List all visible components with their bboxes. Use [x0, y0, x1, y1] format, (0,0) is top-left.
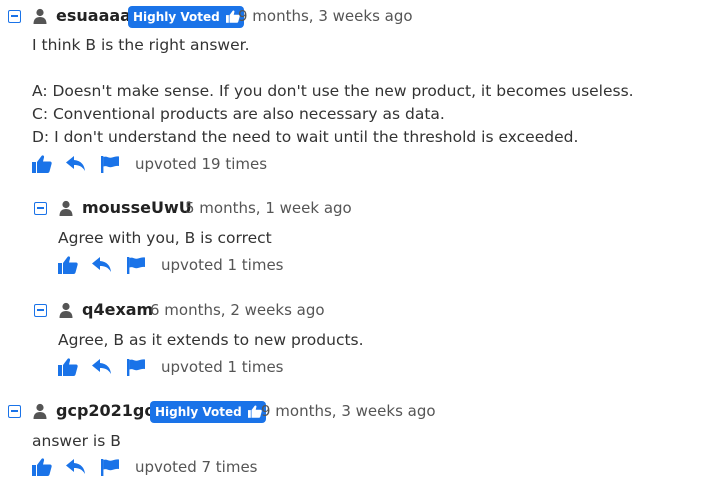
comment-line: I think B is the right answer.: [32, 36, 250, 54]
upvote-thumbs-up-icon[interactable]: [32, 154, 52, 174]
comment-actions: upvoted 19 times: [32, 154, 432, 176]
comment-header: esuaaaa Highly Voted 9 months, 3 weeks a…: [0, 6, 728, 30]
username[interactable]: mousseUwU: [82, 198, 192, 218]
reply-arrow-icon[interactable]: [92, 255, 112, 275]
highly-voted-badge: Highly Voted: [128, 6, 244, 28]
comment-body: answer is B: [32, 430, 121, 453]
user-icon: [59, 302, 73, 318]
upvote-count: upvoted 19 times: [135, 155, 268, 173]
comment: gcp2021go Highly Voted 9 months, 3 weeks…: [0, 401, 728, 476]
upvote-thumbs-up-icon[interactable]: [58, 357, 78, 377]
report-flag-icon[interactable]: [100, 154, 120, 174]
username[interactable]: esuaaaa: [56, 6, 131, 26]
reply-arrow-icon[interactable]: [66, 457, 86, 477]
user-icon: [59, 200, 73, 216]
comment-header: mousseUwU 5 months, 1 week ago: [0, 198, 728, 222]
comment-line: Agree with you, B is correct: [58, 229, 272, 247]
comment-line: A: Doesn't make sense. If you don't use …: [32, 82, 634, 100]
comment-header: q4exam 6 months, 2 weeks ago: [0, 300, 728, 324]
comment-body: Agree, B as it extends to new products.: [58, 329, 364, 352]
reply-comment: mousseUwU 5 months, 1 week ago Agree wit…: [0, 198, 728, 274]
collapse-toggle-icon[interactable]: [8, 10, 21, 23]
thumbs-up-icon: [247, 405, 262, 418]
comment-header: gcp2021go Highly Voted 9 months, 3 weeks…: [0, 401, 728, 425]
user-icon: [33, 403, 47, 419]
username[interactable]: q4exam: [82, 300, 153, 320]
upvote-count: upvoted 1 times: [161, 256, 284, 274]
comment: esuaaaa Highly Voted 9 months, 3 weeks a…: [0, 6, 728, 173]
upvote-count: upvoted 7 times: [135, 458, 258, 476]
reply-arrow-icon[interactable]: [66, 154, 86, 174]
comment-body: Agree with you, B is correct: [58, 227, 272, 250]
highly-voted-badge: Highly Voted: [150, 401, 266, 423]
comment-line: D: I don't understand the need to wait u…: [32, 128, 579, 146]
comment-timestamp: 9 months, 3 weeks ago: [238, 7, 413, 25]
report-flag-icon[interactable]: [126, 255, 146, 275]
report-flag-icon[interactable]: [100, 457, 120, 477]
reply-comment: q4exam 6 months, 2 weeks ago Agree, B as…: [0, 300, 728, 376]
collapse-toggle-icon[interactable]: [34, 304, 47, 317]
upvote-count: upvoted 1 times: [161, 358, 284, 376]
report-flag-icon[interactable]: [126, 357, 146, 377]
comment-line: Agree, B as it extends to new products.: [58, 331, 364, 349]
comment-line: C: Conventional products are also necess…: [32, 105, 445, 123]
comment-timestamp: 9 months, 3 weeks ago: [261, 402, 436, 420]
collapse-toggle-icon[interactable]: [34, 202, 47, 215]
comment-line-blank: [32, 57, 634, 80]
badge-label: Highly Voted: [133, 10, 220, 24]
comment-actions: upvoted 1 times: [58, 255, 458, 277]
reply-arrow-icon[interactable]: [92, 357, 112, 377]
username[interactable]: gcp2021go: [56, 401, 155, 421]
comment-line: answer is B: [32, 432, 121, 450]
user-icon: [33, 8, 47, 24]
collapse-toggle-icon[interactable]: [8, 405, 21, 418]
upvote-thumbs-up-icon[interactable]: [32, 457, 52, 477]
comment-body: I think B is the right answer. A: Doesn'…: [32, 34, 634, 149]
comment-timestamp: 5 months, 1 week ago: [185, 199, 352, 217]
comment-actions: upvoted 1 times: [58, 357, 458, 379]
comment-timestamp: 6 months, 2 weeks ago: [150, 301, 325, 319]
comment-actions: upvoted 7 times: [32, 457, 432, 479]
upvote-thumbs-up-icon[interactable]: [58, 255, 78, 275]
badge-label: Highly Voted: [155, 405, 242, 419]
